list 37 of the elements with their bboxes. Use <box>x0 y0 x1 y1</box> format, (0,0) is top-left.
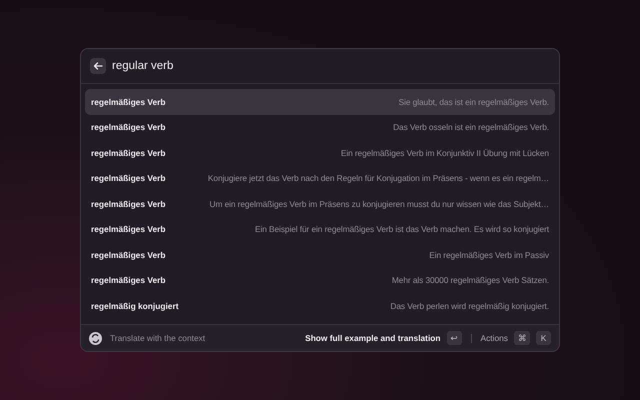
result-item[interactable]: regelmäßiges Verb Um ein regelmäßiges Verb im Präsens zu konjugieren musst du nur wissen wie das Subjekt… <box>85 191 555 216</box>
result-term: regelmäßiges Verb <box>91 224 166 234</box>
key-cap: K <box>536 331 551 345</box>
actions-button[interactable]: Actions <box>480 333 508 343</box>
result-example: Ein Beispiel für ein regelmäßiges Verb ist das Verb machen. Es wird so konjugiert <box>254 224 549 234</box>
result-term: regelmäßig konjugiert <box>91 300 178 311</box>
result-term: regelmäßiges Verb <box>91 275 166 286</box>
result-item[interactable]: regelmäßiges Verb Konjugiere jetzt das Verb nach den Regeln für Konjugation im Präsens - wenn es ein regelm… <box>85 166 555 191</box>
result-example: Sie glaubt, das ist ein regelmäßiges Verb. <box>398 96 549 107</box>
result-item[interactable]: regelmäßiges Verb Ein regelmäßiges Verb im Passiv <box>85 242 555 268</box>
back-arrow-icon <box>93 62 103 70</box>
back-button[interactable] <box>90 58 106 74</box>
result-example: Mehr als 30000 regelmäßiges Verb Sätzen. <box>392 275 549 286</box>
primary-action[interactable]: Show full example and translation <box>305 333 441 343</box>
result-example: Das Verb perlen wird regelmäßig konjugiert. <box>390 300 549 311</box>
result-term: regelmäßiges Verb <box>91 250 166 260</box>
result-item[interactable]: regelmäßiges Verb Mehr als 30000 regelmäßiges Verb Sätzen. <box>85 268 555 293</box>
result-example: Um ein regelmäßiges Verb im Präsens zu konjugieren musst du nur wissen wie das Subjekt… <box>210 198 549 209</box>
result-example: Konjugiere jetzt das Verb nach den Regeln für Konjugation im Präsens - wenn es ein regelm… <box>208 173 549 184</box>
result-term: regelmäßiges Verb <box>91 96 166 107</box>
key-cap: ⌘ <box>514 331 530 345</box>
result-term: regelmäßiges Verb <box>91 148 166 158</box>
result-item[interactable]: regelmäßiges Verb Das Verb osseln ist ein regelmäßiges Verb. <box>85 114 555 140</box>
result-term: regelmäßiges Verb <box>91 198 166 209</box>
result-item[interactable]: regelmäßiges Verb Ein regelmäßiges Verb im Konjunktiv II Übung mit Lücken <box>85 140 555 166</box>
result-item[interactable]: regelmäßiges Verb Sie glaubt, das ist ein regelmäßiges Verb. <box>85 89 555 114</box>
result-example: Ein regelmäßiges Verb im Konjunktiv II Übung mit Lücken <box>340 148 549 158</box>
result-example: Das Verb osseln ist ein regelmäßiges Verb. <box>393 122 549 132</box>
result-term: regelmäßiges Verb <box>91 122 166 132</box>
result-example: Ein regelmäßiges Verb im Passiv <box>429 250 549 260</box>
result-item[interactable]: regelmäßiges Verb Ein Beispiel für ein regelmäßiges Verb ist das Verb machen. Es wird so konjugiert <box>85 216 555 242</box>
result-term: regelmäßiges Verb <box>91 173 166 184</box>
footer-title: Translate with the context <box>110 333 206 343</box>
key-cap: ↩ <box>446 331 462 345</box>
app-logo-icon <box>89 332 102 344</box>
result-item[interactable]: regelmäßig konjugiert Das Verb perlen wird regelmäßig konjugiert. <box>85 293 555 318</box>
search-field[interactable]: regular verb <box>112 60 550 72</box>
